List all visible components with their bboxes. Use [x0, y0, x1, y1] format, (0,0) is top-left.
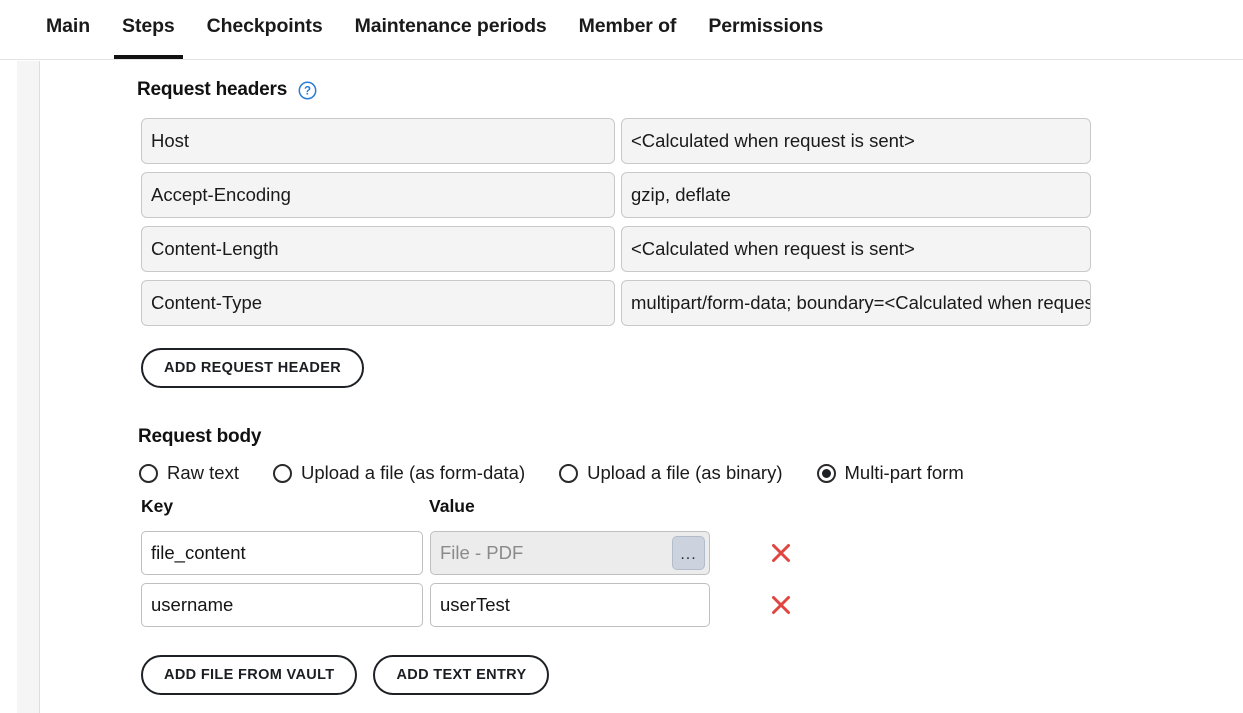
request-header-key-field[interactable]: Content-Type	[141, 280, 615, 326]
radio-upload-a-file-as-binary[interactable]: Upload a file (as binary)	[559, 462, 783, 484]
main-content: Request headers ? Host <Calculated when r…	[41, 61, 1243, 713]
request-header-key-field[interactable]: Content-Length	[141, 226, 615, 272]
tab-bar: Main Steps Checkpoints Maintenance periods M…	[0, 0, 1243, 60]
multipart-key-input[interactable]: username	[141, 583, 423, 627]
multipart-entry-list: file_content File - PDF... username userTes…	[141, 531, 792, 635]
left-gutter-strip	[17, 61, 40, 713]
column-header-value: Value	[429, 496, 475, 516]
radio-multi-part-form[interactable]: Multi-part form	[816, 462, 964, 484]
request-header-row: Host <Calculated when request is sent>	[141, 118, 1091, 164]
browse-file-button[interactable]: ...	[672, 536, 705, 570]
page-root: Main Steps Checkpoints Maintenance periods M…	[0, 0, 1243, 713]
tab-permissions[interactable]: Permissions	[692, 0, 839, 59]
radio-label: Upload a file (as binary)	[587, 462, 783, 483]
radio-upload-a-file-as-form-data[interactable]: Upload a file (as form-data)	[272, 462, 526, 484]
multipart-file-value-input[interactable]: File - PDF...	[430, 531, 710, 575]
request-header-row: Content-Type multipart/form-data; boundar…	[141, 280, 1091, 326]
request-header-row: Content-Length <Calculated when request i…	[141, 226, 1091, 272]
tab-main[interactable]: Main	[30, 0, 106, 59]
delete-entry-icon[interactable]	[770, 542, 792, 564]
radio-raw-text[interactable]: Raw text	[139, 462, 239, 484]
request-header-row: Accept-Encoding gzip, deflate	[141, 172, 1091, 218]
radio-button-icon	[139, 463, 158, 483]
add-file-from-vault-button[interactable]: ADD FILE FROM VAULT	[141, 655, 358, 695]
request-headers-header: Request headers ?	[137, 79, 317, 101]
multipart-key-input[interactable]: file_content	[141, 531, 423, 575]
radio-label: Raw text	[167, 462, 239, 483]
radio-button-icon	[816, 463, 836, 483]
add-request-header-button[interactable]: ADD REQUEST HEADER	[141, 348, 365, 388]
tab-member-of[interactable]: Member of	[563, 0, 693, 59]
request-header-value-field[interactable]: multipart/form-data; boundary=<Calculate…	[621, 280, 1091, 326]
request-header-value-field[interactable]: <Calculated when request is sent>	[621, 118, 1091, 164]
multipart-entry-row: file_content File - PDF...	[141, 531, 792, 575]
radio-label: Upload a file (as form-data)	[300, 462, 526, 483]
request-body-type-radiogroup: Raw text Upload a file (as form-data) Uplo…	[139, 462, 964, 484]
request-header-key-field[interactable]: Accept-Encoding	[141, 172, 615, 218]
add-request-header-wrap: ADD REQUEST HEADER	[141, 348, 365, 388]
delete-entry-icon[interactable]	[770, 594, 792, 616]
request-body-title: Request body	[138, 426, 262, 447]
radio-label: Multi-part form	[844, 462, 964, 483]
multipart-value-text: userTest	[440, 594, 510, 615]
multipart-entry-row: username userTest	[141, 583, 792, 627]
svg-text:?: ?	[304, 85, 311, 97]
request-headers-title: Request headers	[137, 79, 288, 100]
add-text-entry-button[interactable]: ADD TEXT ENTRY	[373, 655, 550, 695]
multipart-value-text: File - PDF	[440, 542, 524, 563]
radio-button-icon	[559, 463, 579, 483]
tab-steps[interactable]: Steps	[106, 0, 191, 59]
multipart-value-input[interactable]: userTest	[430, 583, 710, 627]
request-headers-list: Host <Calculated when request is sent> Acc…	[141, 118, 1091, 334]
help-circle-icon[interactable]: ?	[298, 81, 317, 100]
tab-list: Main Steps Checkpoints Maintenance periods M…	[0, 0, 1243, 59]
body-action-buttons: ADD FILE FROM VAULT ADD TEXT ENTRY	[141, 655, 550, 695]
tab-checkpoints[interactable]: Checkpoints	[191, 0, 339, 59]
radio-button-icon	[272, 463, 292, 483]
request-header-value-field[interactable]: gzip, deflate	[621, 172, 1091, 218]
column-header-key: Key	[141, 496, 174, 516]
tab-maintenance-periods[interactable]: Maintenance periods	[339, 0, 563, 59]
request-header-value-field[interactable]: <Calculated when request is sent>	[621, 226, 1091, 272]
request-header-key-field[interactable]: Host	[141, 118, 615, 164]
